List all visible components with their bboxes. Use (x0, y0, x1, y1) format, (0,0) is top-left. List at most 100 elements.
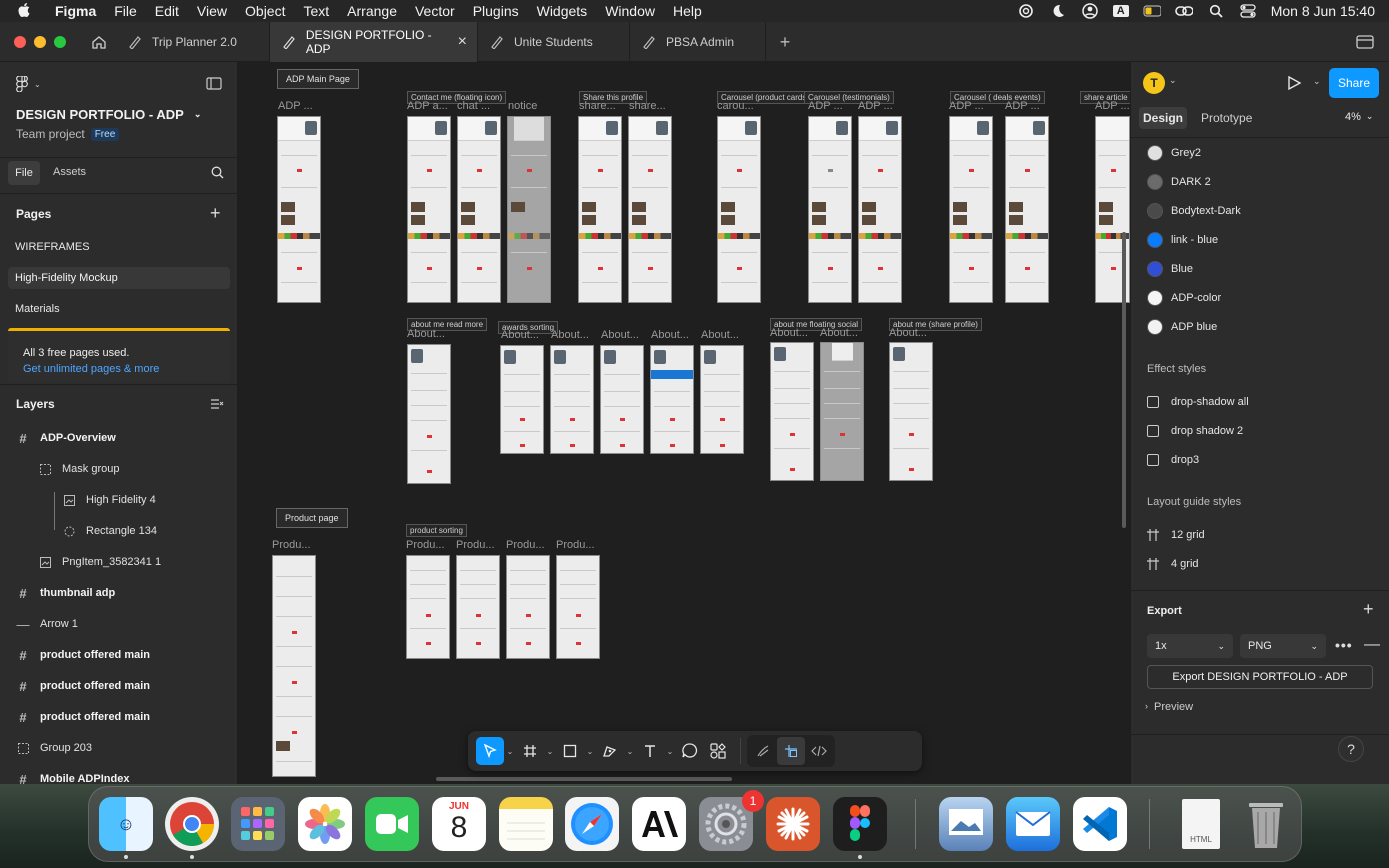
collapse-layers-button[interactable] (210, 397, 224, 415)
help-button[interactable]: ? (1338, 736, 1364, 762)
move-tool-button[interactable] (476, 737, 504, 765)
anthropic-icon[interactable] (632, 797, 686, 851)
preview-toggle[interactable]: › Preview (1145, 701, 1193, 713)
frame-thumbnail[interactable] (556, 555, 600, 659)
frame-tool-button[interactable] (516, 737, 544, 765)
frame-name[interactable]: Produ... (272, 539, 311, 551)
claude-icon[interactable] (766, 797, 820, 851)
frame-name[interactable]: About... (601, 329, 639, 341)
frame-thumbnail[interactable] (717, 116, 761, 303)
launchpad-icon[interactable] (231, 797, 285, 851)
notes-icon[interactable] (499, 797, 553, 851)
horizontal-scrollbar[interactable] (436, 777, 732, 781)
frame-thumbnail[interactable] (507, 116, 551, 303)
frame-thumbnail[interactable] (578, 116, 622, 303)
user-account-icon[interactable] (1081, 3, 1099, 19)
photos-icon[interactable] (298, 797, 352, 851)
comment-tool-button[interactable] (676, 737, 704, 765)
vertical-scrollbar[interactable] (1122, 232, 1126, 528)
color-style-adp-color[interactable]: ADP-color (1147, 283, 1221, 312)
layout-style-12-grid[interactable]: 12 grid (1147, 520, 1205, 549)
color-style-dark2[interactable]: DARK 2 (1147, 167, 1211, 196)
color-style-bodytext-dark[interactable]: Bodytext-Dark (1147, 196, 1241, 225)
minimize-window-button[interactable] (34, 36, 46, 48)
search-layers-button[interactable] (211, 166, 224, 184)
design-mode-button[interactable] (777, 737, 805, 765)
frame-thumbnail[interactable] (550, 345, 594, 454)
chevron-down-icon[interactable]: ⌄ (664, 747, 676, 756)
frame-name[interactable]: About... (651, 329, 689, 341)
layer-mobile-adpindex[interactable]: # Mobile ADPIndex (16, 764, 129, 785)
home-button[interactable] (84, 22, 114, 62)
tab-design[interactable]: Design (1139, 107, 1187, 129)
page-item-high-fidelity[interactable]: High-Fidelity Mockup (8, 267, 230, 289)
color-style-grey2[interactable]: Grey2 (1147, 138, 1201, 167)
effect-style-drop3[interactable]: drop3 (1147, 445, 1199, 474)
menu-vector[interactable]: Vector (406, 3, 464, 19)
tab-assets[interactable]: Assets (53, 166, 86, 178)
frame-thumbnail[interactable] (456, 555, 500, 659)
export-button[interactable]: Export DESIGN PORTFOLIO - ADP (1147, 665, 1373, 689)
frame-name[interactable]: ADP ... (808, 100, 843, 112)
layer-group-203[interactable]: Group 203 (16, 733, 92, 763)
page-item-materials[interactable]: Materials (8, 298, 230, 320)
draw-mode-button[interactable] (749, 737, 777, 765)
frame-thumbnail[interactable] (407, 116, 451, 303)
menu-view[interactable]: View (188, 3, 236, 19)
menu-widgets[interactable]: Widgets (528, 3, 597, 19)
text-tool-button[interactable] (636, 737, 664, 765)
apple-menu-icon[interactable] (18, 3, 34, 19)
label-product-sorting[interactable]: product sorting (406, 524, 467, 537)
frame-thumbnail[interactable] (770, 342, 814, 481)
chevron-down-icon[interactable]: ⌄ (584, 747, 596, 756)
close-tab-icon[interactable]: × (458, 33, 467, 51)
vscode-icon[interactable] (1073, 797, 1127, 851)
tab-file[interactable]: File (8, 161, 40, 185)
toggle-ui-panel-button[interactable] (206, 77, 222, 96)
frame-name[interactable]: ADP ... (1095, 100, 1130, 112)
color-style-link-blue[interactable]: link - blue (1147, 225, 1218, 254)
frame-name[interactable]: Produ... (406, 539, 445, 551)
menu-edit[interactable]: Edit (146, 3, 188, 19)
figma-icon[interactable] (833, 797, 887, 851)
frame-thumbnail[interactable] (628, 116, 672, 303)
upgrade-link[interactable]: Get unlimited pages & more (23, 363, 159, 375)
calendar-icon[interactable]: JUN 8 (432, 797, 486, 851)
color-style-blue[interactable]: Blue (1147, 254, 1193, 283)
menu-app-figma[interactable]: Figma (46, 3, 105, 19)
menu-arrange[interactable]: Arrange (338, 3, 406, 19)
layer-product-offered-main-3[interactable]: # product offered main (16, 702, 150, 732)
layer-product-offered-main-1[interactable]: # product offered main (16, 640, 150, 670)
design-canvas[interactable]: ADP Main Page Contact me (floating icon)… (238, 62, 1130, 784)
effect-style-drop-shadow-2[interactable]: drop shadow 2 (1147, 416, 1243, 445)
finder-icon[interactable]: ☺ (99, 797, 153, 851)
main-menu-button[interactable]: ⌄ (16, 76, 41, 92)
menu-object[interactable]: Object (236, 3, 294, 19)
preview-app-icon[interactable] (939, 797, 993, 851)
menu-plugins[interactable]: Plugins (464, 3, 528, 19)
add-page-button[interactable]: + (210, 203, 221, 224)
pen-tool-button[interactable] (596, 737, 624, 765)
frame-name[interactable]: Produ... (456, 539, 495, 551)
frame-name[interactable]: Produ... (556, 539, 595, 551)
export-scale-select[interactable]: 1x ⌄ (1147, 634, 1233, 658)
frame-name[interactable]: share... (579, 100, 616, 112)
frame-name[interactable]: share... (629, 100, 666, 112)
frame-name[interactable]: About... (889, 327, 927, 339)
frame-thumbnail[interactable] (600, 345, 644, 454)
add-export-button[interactable]: + (1363, 599, 1374, 620)
safari-icon[interactable] (565, 797, 619, 851)
dev-mode-button[interactable] (805, 737, 833, 765)
mail-icon[interactable] (1006, 797, 1060, 851)
control-center-icon[interactable] (1239, 4, 1257, 18)
frame-name[interactable]: carou... (717, 100, 754, 112)
label-adp-main-page[interactable]: ADP Main Page (277, 69, 359, 89)
menu-file[interactable]: File (105, 3, 146, 19)
sidebar-panel-toggle[interactable] (1356, 34, 1376, 50)
plan-badge[interactable]: Free (90, 127, 120, 141)
frame-name[interactable]: ADP ... (949, 100, 984, 112)
frame-thumbnail[interactable] (406, 555, 450, 659)
frame-name[interactable]: notice (508, 100, 537, 112)
menu-window[interactable]: Window (596, 3, 664, 19)
layer-mask-group[interactable]: Mask group (38, 454, 119, 484)
